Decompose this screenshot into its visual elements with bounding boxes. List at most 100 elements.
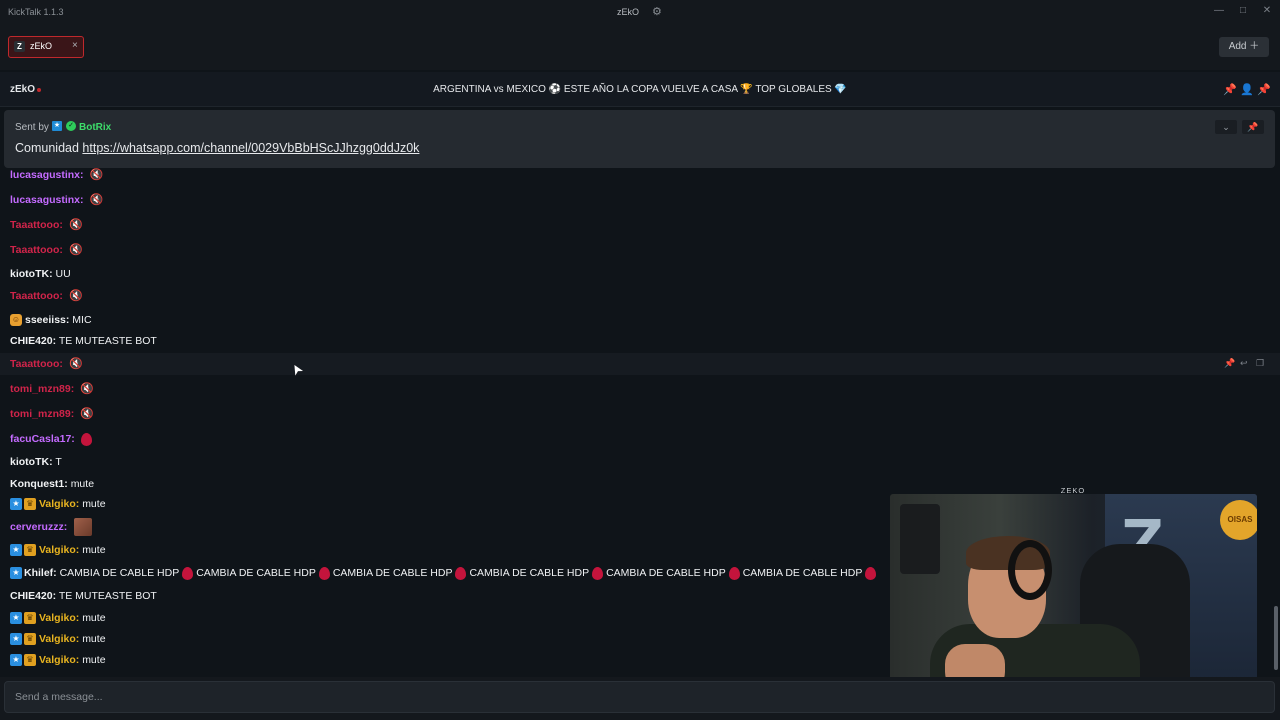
chat-username[interactable]: CHIE420	[10, 335, 53, 347]
tab-zeko[interactable]: Z zEkO ×	[8, 36, 84, 58]
chat-message: lucasagustinx: 🔇	[10, 191, 103, 209]
chat-username[interactable]: lucasagustinx	[10, 194, 80, 206]
chat-text: CAMBIA DE CABLE HDP	[332, 567, 453, 579]
close-tab-icon[interactable]: ×	[72, 40, 78, 51]
chat-username[interactable]: Valgiko	[39, 654, 76, 666]
chat-text: T	[55, 456, 62, 468]
pin-message-icon[interactable]: 📌	[1224, 358, 1235, 369]
blood-drop-emote-icon	[318, 566, 330, 580]
app-title: KickTalk 1.1.3	[8, 7, 64, 17]
pinned-text: Comunidad https://whatsapp.com/channel/0…	[15, 141, 419, 155]
copy-icon[interactable]: ❐	[1256, 358, 1264, 369]
chat-message: facuCasla17:	[10, 430, 95, 448]
chat-text: mute	[82, 654, 106, 666]
chat-username[interactable]: kiotoTK	[10, 268, 49, 280]
chat-text: MIC	[72, 314, 92, 326]
face-emote-icon	[74, 518, 93, 537]
chat-username[interactable]: facuCasla17	[10, 433, 71, 445]
chat-username[interactable]: tomi_mzn89	[10, 408, 71, 420]
mute-emote-icon: 🔇	[80, 383, 94, 395]
pin-icon[interactable]: 📌	[1223, 83, 1237, 96]
message-input[interactable]	[4, 681, 1275, 713]
user-icon[interactable]: 👤	[1240, 83, 1254, 96]
chat-username[interactable]: kiotoTK	[10, 456, 49, 468]
minimize-button[interactable]: —	[1212, 5, 1226, 16]
subscriber-badge-icon: ★	[10, 612, 22, 625]
pinned-prefix: Comunidad	[15, 141, 79, 155]
chat-username[interactable]: Valgiko	[39, 498, 76, 510]
pushpin-icon[interactable]: 📌	[1257, 83, 1271, 96]
mute-emote-icon: 🔇	[80, 408, 94, 420]
chevron-down-icon[interactable]: ⌄	[1215, 120, 1237, 134]
username-separator: :	[80, 169, 84, 181]
sent-by-label: Sent by	[15, 122, 49, 133]
chat-text: CAMBIA DE CABLE HDP	[606, 567, 726, 579]
blood-drop-emote-icon	[80, 432, 92, 446]
mute-emote-icon: 🔇	[89, 169, 104, 181]
chat-message: ★ ♛ Valgiko: mute	[10, 651, 106, 669]
crown-badge-icon: ♛	[24, 612, 36, 625]
chat-username[interactable]: Taaattooo	[10, 358, 59, 370]
gear-icon[interactable]: ⚙	[652, 5, 662, 18]
mute-emote-icon: 🔇	[68, 219, 83, 231]
tab-bar: Z zEkO × Add ＋	[0, 26, 1280, 70]
chat-text: CAMBIA DE CABLE HDP	[742, 567, 863, 579]
chat-message: ★ ♛ Valgiko: mute	[10, 630, 106, 648]
pinned-sender[interactable]: BotRix	[79, 122, 111, 133]
bot-badge-icon: ★	[52, 121, 62, 131]
pinned-message: Sent by ★ ✓ BotRix Comunidad https://wha…	[4, 110, 1275, 168]
chat-text: mute	[82, 544, 106, 556]
username-separator: :	[80, 194, 84, 206]
chat-text: CAMBIA DE CABLE HDP	[59, 567, 180, 579]
reply-icon[interactable]: ↩	[1240, 358, 1248, 369]
chat-message: ☺ sseeiiss: MIC	[10, 311, 92, 329]
chat-message: Taaattooo: 🔇	[10, 287, 83, 305]
mute-emote-icon: 🔇	[68, 290, 83, 302]
chat-message: CHIE420: TE MUTEASTE BOT	[10, 332, 157, 350]
chat-username[interactable]: lucasagustinx	[10, 169, 80, 181]
chat-message: kiotoTK: UU	[10, 265, 71, 283]
microphone	[900, 504, 940, 574]
chat-text: TE MUTEASTE BOT	[58, 590, 157, 602]
chat-username[interactable]: Khilef	[24, 567, 53, 579]
chat-username[interactable]: Valgiko	[39, 544, 76, 556]
add-channel-button[interactable]: Add ＋	[1219, 37, 1269, 57]
close-window-button[interactable]: ✕	[1260, 5, 1274, 16]
mute-emote-icon: 🔇	[89, 194, 104, 206]
chat-username[interactable]: Valgiko	[39, 633, 76, 645]
chat-message: Taaattooo: 🔇	[10, 241, 83, 259]
subscriber-badge-icon: ★	[10, 633, 22, 646]
chat-text: CAMBIA DE CABLE HDP	[469, 567, 590, 579]
chat-username[interactable]: Taaattooo	[10, 290, 59, 302]
chat-message: Taaattooo: 🔇	[10, 355, 83, 373]
chat-message: tomi_mzn89: 🔇	[10, 380, 94, 398]
chat-message: CHIE420: TE MUTEASTE BOT	[10, 587, 157, 605]
maximize-button[interactable]: □	[1236, 5, 1250, 16]
mute-emote-icon: 🔇	[68, 358, 83, 370]
chat-username[interactable]: Valgiko	[39, 612, 76, 624]
chat-text: mute	[82, 612, 106, 624]
chat-username[interactable]: Taaattooo	[10, 219, 59, 231]
chat-text: UU	[55, 268, 71, 280]
blood-drop-emote-icon	[182, 566, 194, 580]
chat-username[interactable]: tomi_mzn89	[10, 383, 71, 395]
crown-badge-icon: ♛	[24, 654, 36, 667]
chat-text: mute	[82, 498, 106, 510]
chat-text: TE MUTEASTE BOT	[58, 335, 157, 347]
wall-sign: OISAS	[1220, 500, 1257, 540]
chat-message: cerveruzzz:	[10, 518, 93, 537]
chat-message: lucasagustinx: 🔇	[10, 166, 103, 184]
chat-username[interactable]: CHIE420	[10, 590, 53, 602]
pinned-link[interactable]: https://whatsapp.com/channel/0029VbBbHSc…	[82, 141, 419, 155]
channel-header: zEkO ARGENTINA vs MEXICO ⚽ ESTE AÑO LA C…	[0, 72, 1280, 107]
chat-username[interactable]: Konquest1	[10, 478, 64, 490]
stream-preview[interactable]: Z OISAS	[890, 494, 1257, 702]
chat-text: mute	[82, 633, 106, 645]
chat-username[interactable]: sseeiiss	[25, 314, 66, 326]
chat-text: mute	[70, 478, 95, 490]
unpin-icon[interactable]: 📌	[1242, 120, 1264, 134]
chat-username[interactable]: Taaattooo	[10, 244, 59, 256]
subscriber-badge-icon: ★	[10, 567, 22, 580]
chat-username[interactable]: cerveruzzz	[10, 521, 64, 533]
chat-scrollbar[interactable]	[1274, 606, 1278, 670]
